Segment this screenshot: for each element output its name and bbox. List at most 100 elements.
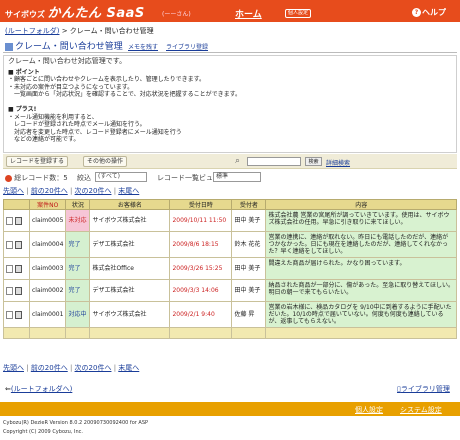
pager-bottom: 先頭へ | 前の20件へ | 次の20件へ | 末尾へ (3, 364, 140, 372)
row-actions (3, 209, 30, 232)
pager-last[interactable]: 末尾へ (118, 187, 139, 195)
edit-icon[interactable] (15, 240, 22, 249)
search-input[interactable] (247, 157, 301, 166)
content-cell: 納品された商品が一部分に、傷があった。至急に取り替えてほしい。明日の朝一で来ても… (265, 279, 457, 302)
column-header[interactable]: 内容 (265, 199, 457, 210)
memo-link[interactable]: メモを残す (128, 42, 158, 51)
column-header[interactable]: 受付者 (231, 199, 267, 210)
date-cell: 2009/2/1 9:40 (169, 301, 233, 328)
edit-icon[interactable] (15, 264, 22, 273)
pager-prev[interactable]: 前の20件へ (31, 364, 68, 372)
customer-cell: デザエ株式会社 (89, 279, 171, 302)
content-cell: 営業の連携に、連絡が取れない。昨日にも電話したのだが、連絡がつかなかった。日にも… (265, 231, 457, 258)
pager-first[interactable]: 先頭へ (3, 187, 24, 195)
logo-product: かんたん SaaS (47, 6, 145, 21)
footer-bar: 個人設定 システム設定 (0, 402, 460, 416)
app-title-bar: クレーム・問い合わせ管理 メモを残す ライブラリ登録 (3, 38, 457, 53)
personal-settings-button[interactable]: 個人設定 (285, 9, 311, 18)
view-icon[interactable] (6, 216, 13, 225)
copyright-text: Copyright (C) 2009 Cybozu, Inc. (3, 429, 83, 435)
pager-first[interactable]: 先頭へ (3, 364, 24, 372)
staff-cell: 佐藤 昇 (231, 301, 267, 328)
narrow-label: 絞込 (77, 174, 91, 182)
description-line: ・顧客ごとに問い合わせやクレームを表示したり、管理したりできます。 (8, 76, 205, 83)
staff-cell: 田中 美子 (231, 279, 267, 302)
row-actions (3, 279, 30, 302)
description-line: ■ プラス! (8, 106, 37, 113)
other-operations-button[interactable]: その他の操作 (83, 156, 128, 167)
case-no: claim0003 (28, 257, 67, 280)
column-header[interactable]: お客様名 (89, 199, 171, 210)
case-no: claim0005 (28, 209, 67, 232)
view-icon[interactable] (6, 264, 13, 273)
record-count-label: 総レコード数：5 (14, 174, 68, 182)
date-cell: 2009/10/11 11:50 (169, 209, 233, 232)
logo[interactable]: サイボウズ かんたん SaaS (5, 2, 145, 21)
library-register-link[interactable]: ライブラリ登録 (166, 42, 208, 51)
breadcrumb-current: クレーム・問い合わせ管理 (69, 27, 154, 35)
narrow-select[interactable]: (すべて) (95, 172, 147, 182)
view-select[interactable]: 標準 (213, 172, 261, 182)
date-cell: 2009/3/26 15:25 (169, 257, 233, 280)
date-cell: 2009/3/3 14:06 (169, 279, 233, 302)
breadcrumb-separator: > (61, 27, 70, 35)
app-description: クレーム・問い合わせ対応管理です。 ■ ポイント ・顧客ごとに問い合わせやクレー… (3, 55, 457, 153)
view-icon[interactable] (6, 286, 13, 295)
table-footer-cell (28, 327, 67, 339)
staff-cell: 田中 美子 (231, 209, 267, 232)
case-no: claim0004 (28, 231, 67, 258)
help-label: ヘルプ (422, 8, 446, 17)
system-settings-link[interactable]: システム設定 (400, 405, 442, 415)
column-header[interactable]: 案件NO (28, 199, 67, 210)
table-row: claim0002 完了 デザエ株式会社 2009/3/3 14:06 田中 美… (3, 279, 457, 302)
table-footer-row (3, 327, 457, 339)
table-row: claim0004 完了 デザエ株式会社 2009/8/6 18:15 鈴木 花… (3, 231, 457, 258)
toolbar: レコードを登録する その他の操作 ⌕ 検索 詳細検索 (3, 154, 457, 169)
column-header[interactable]: 状況 (65, 199, 91, 210)
help-link[interactable]: ? ヘルプ (412, 7, 446, 18)
row-actions (3, 257, 30, 280)
table-footer-cell (65, 327, 91, 339)
user-name: (ーーさん) (162, 11, 191, 18)
new-record-button[interactable]: レコードを登録する (6, 156, 69, 167)
description-line (8, 99, 452, 107)
app-icon (5, 42, 13, 51)
advanced-search-link[interactable]: 詳細検索 (326, 158, 350, 167)
breadcrumb-root[interactable]: (ルートフォルダ) (5, 27, 59, 35)
library-manage-label: ライブラリ管理 (400, 385, 450, 393)
table-row: claim0001 対応中 サイボウズ株式会社 2009/2/1 9:40 佐藤… (3, 301, 457, 328)
description-line: 対応者を変更した時点で、レコード登録者にメール通知を行う (8, 128, 182, 136)
table-footer-cell (265, 327, 457, 339)
pager-next[interactable]: 次の20件へ (75, 364, 112, 372)
column-header[interactable]: 受付日時 (169, 199, 233, 210)
view-icon[interactable] (6, 310, 13, 319)
pager-prev[interactable]: 前の20件へ (31, 187, 68, 195)
status-cell: 完了 (65, 279, 91, 302)
home-link[interactable]: ホーム (235, 7, 262, 20)
description-line: ■ ポイント (8, 68, 40, 76)
records-table: 案件NO 状況 お客様名 受付日時 受付者 内容 claim0005 未対応 サ… (3, 199, 457, 339)
table-footer-cell (169, 327, 233, 339)
table-row: claim0003 完了 株式会社Office 2009/3/26 15:25 … (3, 257, 457, 280)
status-cell: 未対応 (65, 209, 91, 232)
edit-icon[interactable] (15, 310, 22, 319)
customer-cell: サイボウズ株式会社 (89, 301, 171, 328)
pager-next[interactable]: 次の20件へ (75, 187, 112, 195)
edit-icon[interactable] (15, 216, 22, 225)
edit-icon[interactable] (15, 286, 22, 295)
search-button[interactable]: 検索 (305, 157, 322, 166)
personal-settings-link[interactable]: 個人設定 (355, 405, 383, 415)
table-footer-cell (89, 327, 171, 339)
back-to-root[interactable]: ⇐(ルートフォルダへ) (5, 384, 72, 394)
view-icon[interactable] (6, 240, 13, 249)
back-to-root-link[interactable]: (ルートフォルダへ) (11, 385, 72, 393)
library-manage-link[interactable]: ▯ライブラリ管理 (397, 384, 450, 394)
status-cell: 完了 (65, 231, 91, 258)
row-actions (3, 301, 30, 328)
customer-cell: デザエ株式会社 (89, 231, 171, 258)
table-footer-cell (231, 327, 267, 339)
pager-last[interactable]: 末尾へ (118, 364, 139, 372)
app-title[interactable]: クレーム・問い合わせ管理 (5, 39, 123, 52)
search-icon: ⌕ (235, 156, 241, 166)
view-label: レコード一覧ビュー (157, 174, 220, 182)
